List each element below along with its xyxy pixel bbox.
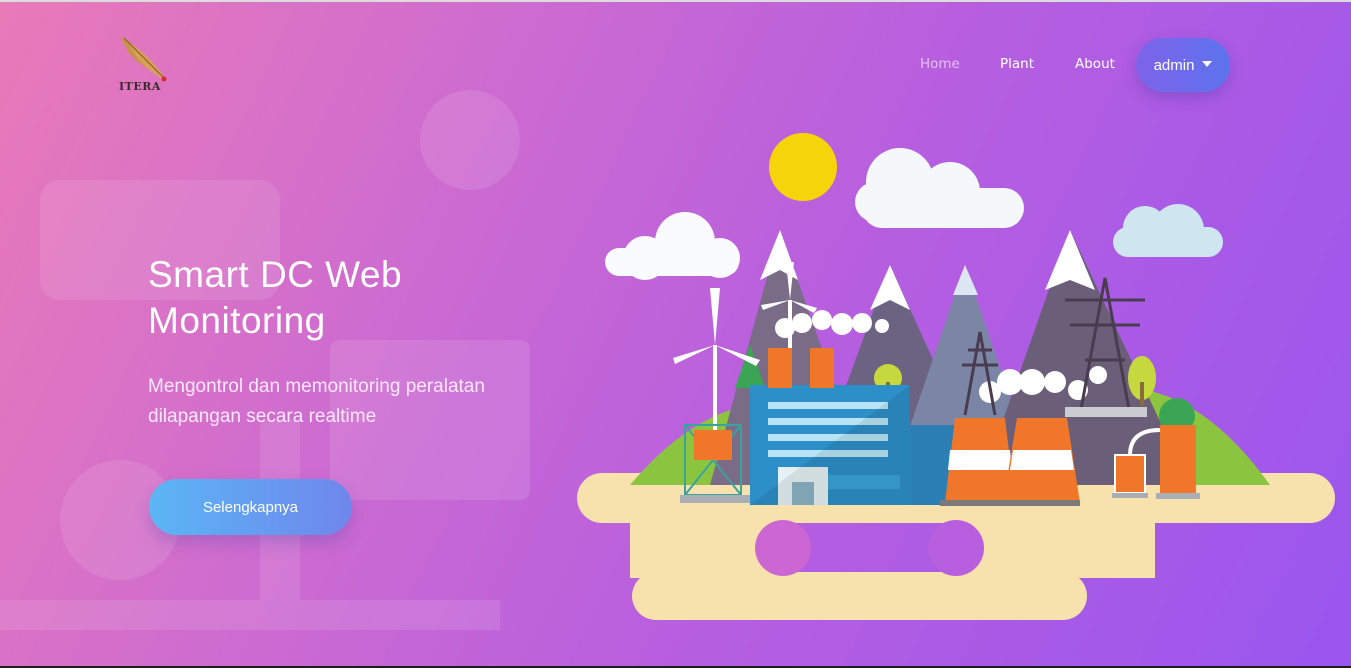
user-menu-label: admin [1153, 56, 1195, 74]
user-menu-button[interactable]: admin [1136, 38, 1230, 92]
hero-title-line2: Monitoring [148, 300, 326, 341]
hero-title: Smart DC Web Monitoring [148, 252, 548, 344]
hero-subtitle-line1: Mengontrol dan memonitoring peralatan [148, 376, 485, 397]
nav-home[interactable]: Home [920, 56, 960, 72]
nav-plant[interactable]: Plant [1000, 56, 1034, 72]
cta-button[interactable]: Selengkapnya [149, 479, 352, 535]
power-plant-illustration [577, 133, 1335, 620]
hero-subtitle: Mengontrol dan memonitoring peralatan di… [148, 372, 548, 432]
nav-about[interactable]: About [1075, 56, 1115, 72]
hero-subtitle-line2: dilapangan secara realtime [148, 406, 377, 427]
hero-title-line1: Smart DC Web [148, 254, 403, 295]
caret-down-icon [1202, 61, 1213, 67]
main-nav: Home Plant About admin [0, 38, 1351, 92]
